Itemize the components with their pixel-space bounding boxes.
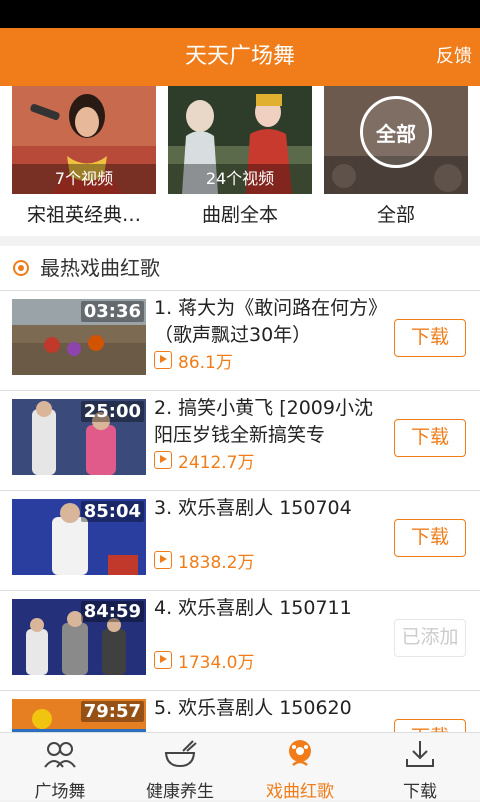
video-duration: 84:59 (80, 601, 144, 622)
collection-thumbnail: 全部 (324, 86, 468, 194)
video-title[interactable]: 5. 欢乐喜剧人 150620 (154, 695, 384, 722)
app-header: 天天广场舞 反馈 (0, 28, 480, 86)
video-title[interactable]: 2. 搞笑小黄飞 [2009小沈阳压岁钱全新搞笑专 (154, 395, 384, 449)
video-duration: 85:04 (80, 501, 144, 522)
video-thumbnail[interactable]: 25:00 (12, 399, 146, 475)
list-item[interactable]: 03:36 1. 蒋大为《敢问路在何方》（歌声飘过30年） 86.1万 下载 (0, 290, 480, 390)
play-icon (154, 451, 172, 469)
video-title[interactable]: 1. 蒋大为《敢问路在何方》（歌声飘过30年） (154, 295, 384, 349)
list-item[interactable]: 85:04 3. 欢乐喜剧人 150704 1838.2万 下载 (0, 490, 480, 590)
play-icon (154, 551, 172, 569)
collection-card-song-zuying[interactable]: 7个视频 宋祖英经典… (12, 86, 156, 236)
tab-label: 健康养生 (146, 782, 214, 802)
section-title: 最热戏曲红歌 (40, 256, 160, 280)
collection-card-quju[interactable]: 24个视频 曲剧全本 (168, 86, 312, 236)
tab-label: 下载 (403, 782, 437, 802)
download-button[interactable]: 下载 (394, 319, 466, 357)
collection-card-all[interactable]: 全部 全部 (324, 86, 468, 236)
flower-icon (289, 740, 311, 766)
collection-video-count: 7个视频 (12, 164, 156, 194)
view-count-value: 1734.0万 (178, 652, 255, 673)
video-title[interactable]: 4. 欢乐喜剧人 150711 (154, 595, 384, 622)
view-count: 86.1万 (154, 347, 233, 373)
collection-thumbnail: 24个视频 (168, 86, 312, 194)
view-count-value: 86.1万 (178, 352, 233, 373)
video-thumbnail[interactable]: 03:36 (12, 299, 146, 375)
video-thumbnail[interactable]: 79:57 (12, 699, 146, 732)
tab-download[interactable]: 下载 (360, 733, 480, 802)
added-button[interactable]: 已添加 (394, 619, 466, 657)
video-list[interactable]: 03:36 1. 蒋大为《敢问路在何方》（歌声飘过30年） 86.1万 下载 2… (0, 290, 480, 732)
people-icon (44, 742, 76, 768)
list-item[interactable]: 79:57 5. 欢乐喜剧人 150620 下载 (0, 690, 480, 732)
view-count: 1838.2万 (154, 547, 254, 573)
view-count-value: 1838.2万 (178, 552, 255, 573)
section-header: 最热戏曲红歌 (0, 246, 480, 290)
download-icon (406, 741, 434, 767)
section-dot-icon (13, 260, 29, 276)
video-thumbnail[interactable]: 84:59 (12, 599, 146, 675)
tab-health[interactable]: 健康养生 (120, 733, 240, 802)
collection-label: 曲剧全本 (201, 204, 278, 226)
bottom-tab-bar: 广场舞 健康养生 戏曲红歌 下载 (0, 732, 480, 802)
video-duration: 25:00 (80, 401, 144, 422)
collection-thumbnail: 7个视频 (12, 86, 156, 194)
list-item[interactable]: 84:59 4. 欢乐喜剧人 150711 1734.0万 已添加 (0, 590, 480, 690)
bowl-icon (164, 740, 197, 768)
play-icon (154, 351, 172, 369)
status-bar (0, 0, 480, 28)
tab-label: 广场舞 (34, 782, 86, 802)
video-thumbnail[interactable]: 85:04 (12, 499, 146, 575)
tab-label: 戏曲红歌 (266, 782, 334, 802)
play-icon (154, 651, 172, 669)
video-duration: 03:36 (80, 301, 144, 322)
collection-video-count: 24个视频 (168, 164, 312, 194)
tab-square-dance[interactable]: 广场舞 (0, 733, 120, 802)
download-button[interactable]: 下载 (394, 519, 466, 557)
video-duration: 79:57 (80, 701, 144, 722)
view-count-value: 2412.7万 (178, 452, 255, 473)
download-button[interactable]: 下载 (394, 719, 466, 732)
list-item[interactable]: 25:00 2. 搞笑小黄飞 [2009小沈阳压岁钱全新搞笑专 2412.7万 … (0, 390, 480, 490)
all-badge: 全部 (360, 96, 432, 168)
download-button[interactable]: 下载 (394, 419, 466, 457)
collection-label: 宋祖英经典… (26, 204, 141, 226)
view-count: 1734.0万 (154, 647, 254, 673)
featured-collections: 7个视频 宋祖英经典… 24个视频 曲剧全本 全部 全部 (0, 86, 480, 236)
feedback-button[interactable]: 反馈 (436, 28, 472, 86)
tab-opera[interactable]: 戏曲红歌 (240, 733, 360, 802)
video-title[interactable]: 3. 欢乐喜剧人 150704 (154, 495, 384, 522)
collection-label: 全部 (376, 204, 415, 226)
app-title: 天天广场舞 (184, 44, 295, 69)
view-count: 2412.7万 (154, 447, 254, 473)
